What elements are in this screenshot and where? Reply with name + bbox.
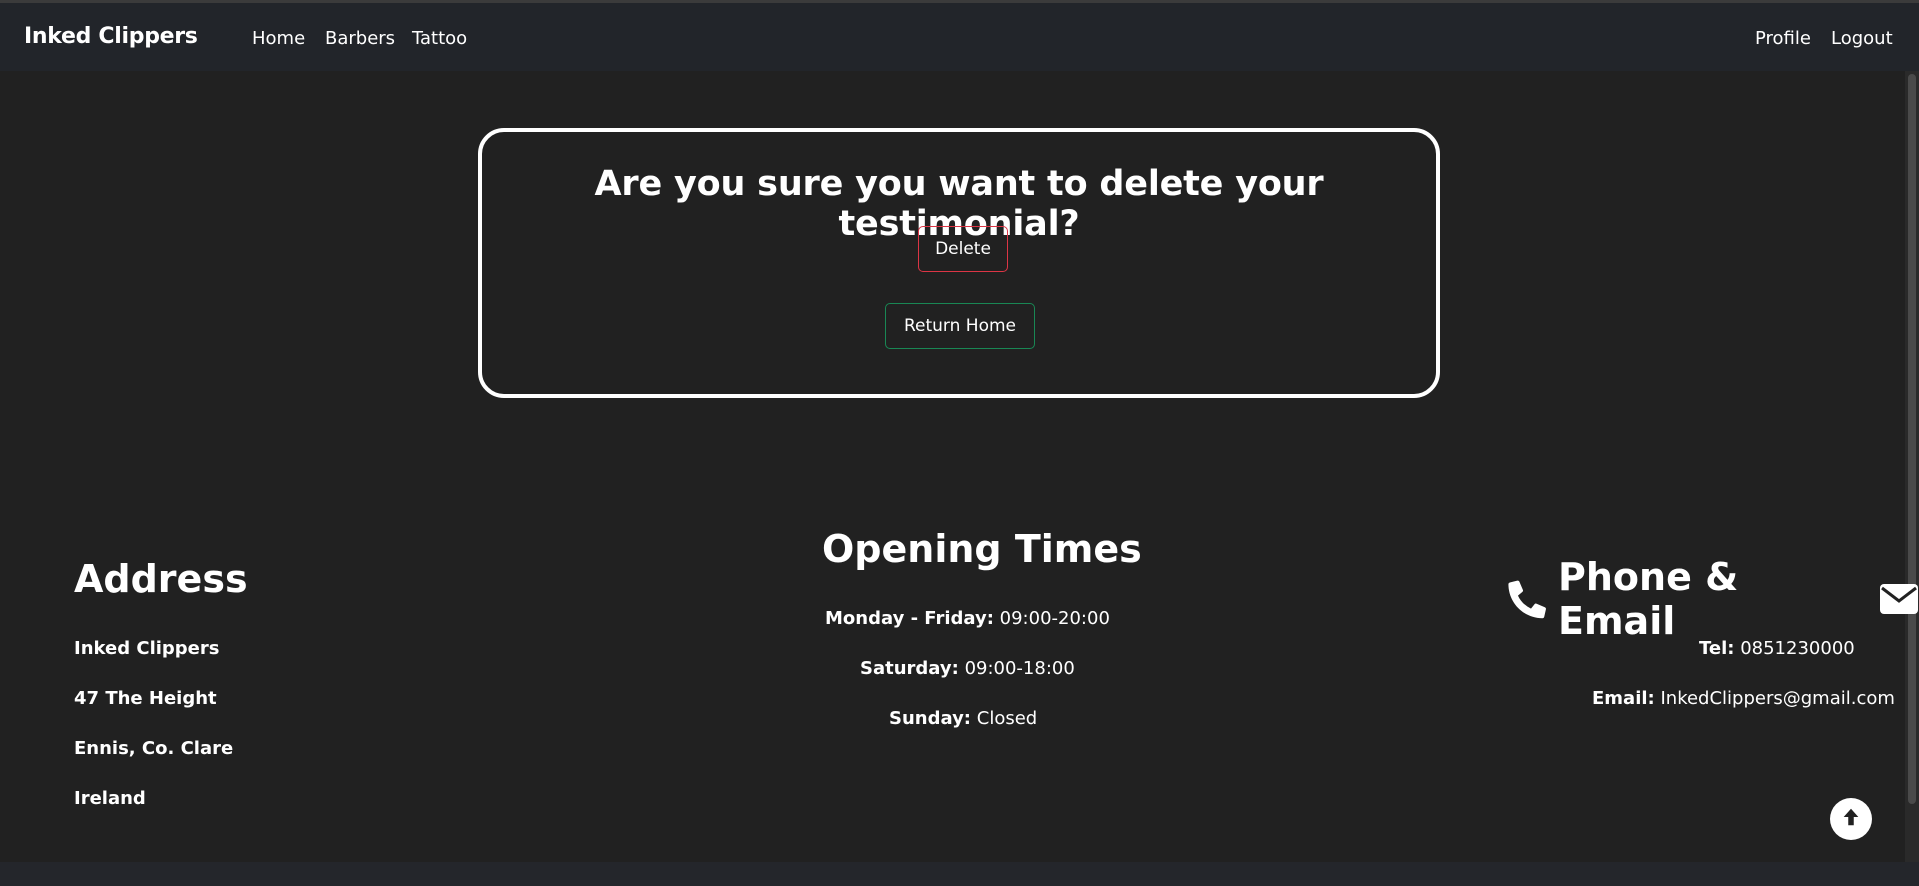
opening-day-label: Monday - Friday: [825, 608, 994, 629]
opening-hours-value: Closed [976, 708, 1038, 729]
return-home-button[interactable]: Return Home [885, 303, 1035, 349]
tel-value: 0851230000 [1740, 638, 1855, 659]
address-title: Address [74, 557, 248, 601]
telephone-line: Tel: 0851230000 [1699, 638, 1855, 659]
contact-title-row: Phone & Email [1506, 555, 1919, 643]
envelope-icon [1879, 583, 1919, 615]
address-line-3: Ennis, Co. Clare [74, 738, 234, 759]
nav-link-profile[interactable]: Profile [1755, 28, 1811, 49]
navbar: Inked Clippers Home Barbers Tattoo Profi… [0, 3, 1919, 71]
brand-logo-link[interactable]: Inked Clippers [24, 24, 198, 49]
opening-hours-value: 09:00-18:00 [964, 658, 1075, 679]
nav-link-tattoo[interactable]: Tattoo [412, 28, 467, 49]
email-value: InkedClippers@gmail.com [1660, 688, 1895, 709]
nav-link-home[interactable]: Home [252, 28, 305, 49]
opening-row-sunday: Sunday: Closed [889, 708, 1037, 729]
opening-row-weekdays: Monday - Friday: 09:00-20:00 [825, 608, 1110, 629]
address-line-4: Ireland [74, 788, 146, 809]
arrow-up-icon [1840, 806, 1862, 832]
contact-title: Phone & Email [1558, 555, 1739, 643]
delete-button[interactable]: Delete [918, 226, 1008, 272]
bottom-strip [0, 862, 1919, 886]
address-line-1: Inked Clippers [74, 638, 220, 659]
opening-day-label: Sunday: [889, 708, 972, 729]
email-line: Email: InkedClippers@gmail.com [1592, 688, 1895, 709]
scroll-to-top-button[interactable] [1830, 798, 1872, 840]
phone-icon [1506, 579, 1546, 619]
nav-link-barbers[interactable]: Barbers [325, 28, 395, 49]
opening-hours-value: 09:00-20:00 [999, 608, 1110, 629]
scrollbar-thumb[interactable] [1908, 74, 1916, 804]
opening-day-label: Saturday: [860, 658, 959, 679]
tel-label: Tel: [1699, 638, 1735, 659]
email-label: Email: [1592, 688, 1655, 709]
opening-row-saturday: Saturday: 09:00-18:00 [860, 658, 1075, 679]
nav-link-logout[interactable]: Logout [1831, 28, 1893, 49]
opening-times-title: Opening Times [822, 527, 1142, 571]
address-line-2: 47 The Height [74, 688, 217, 709]
delete-confirmation-panel: Are you sure you want to delete your tes… [478, 128, 1440, 398]
